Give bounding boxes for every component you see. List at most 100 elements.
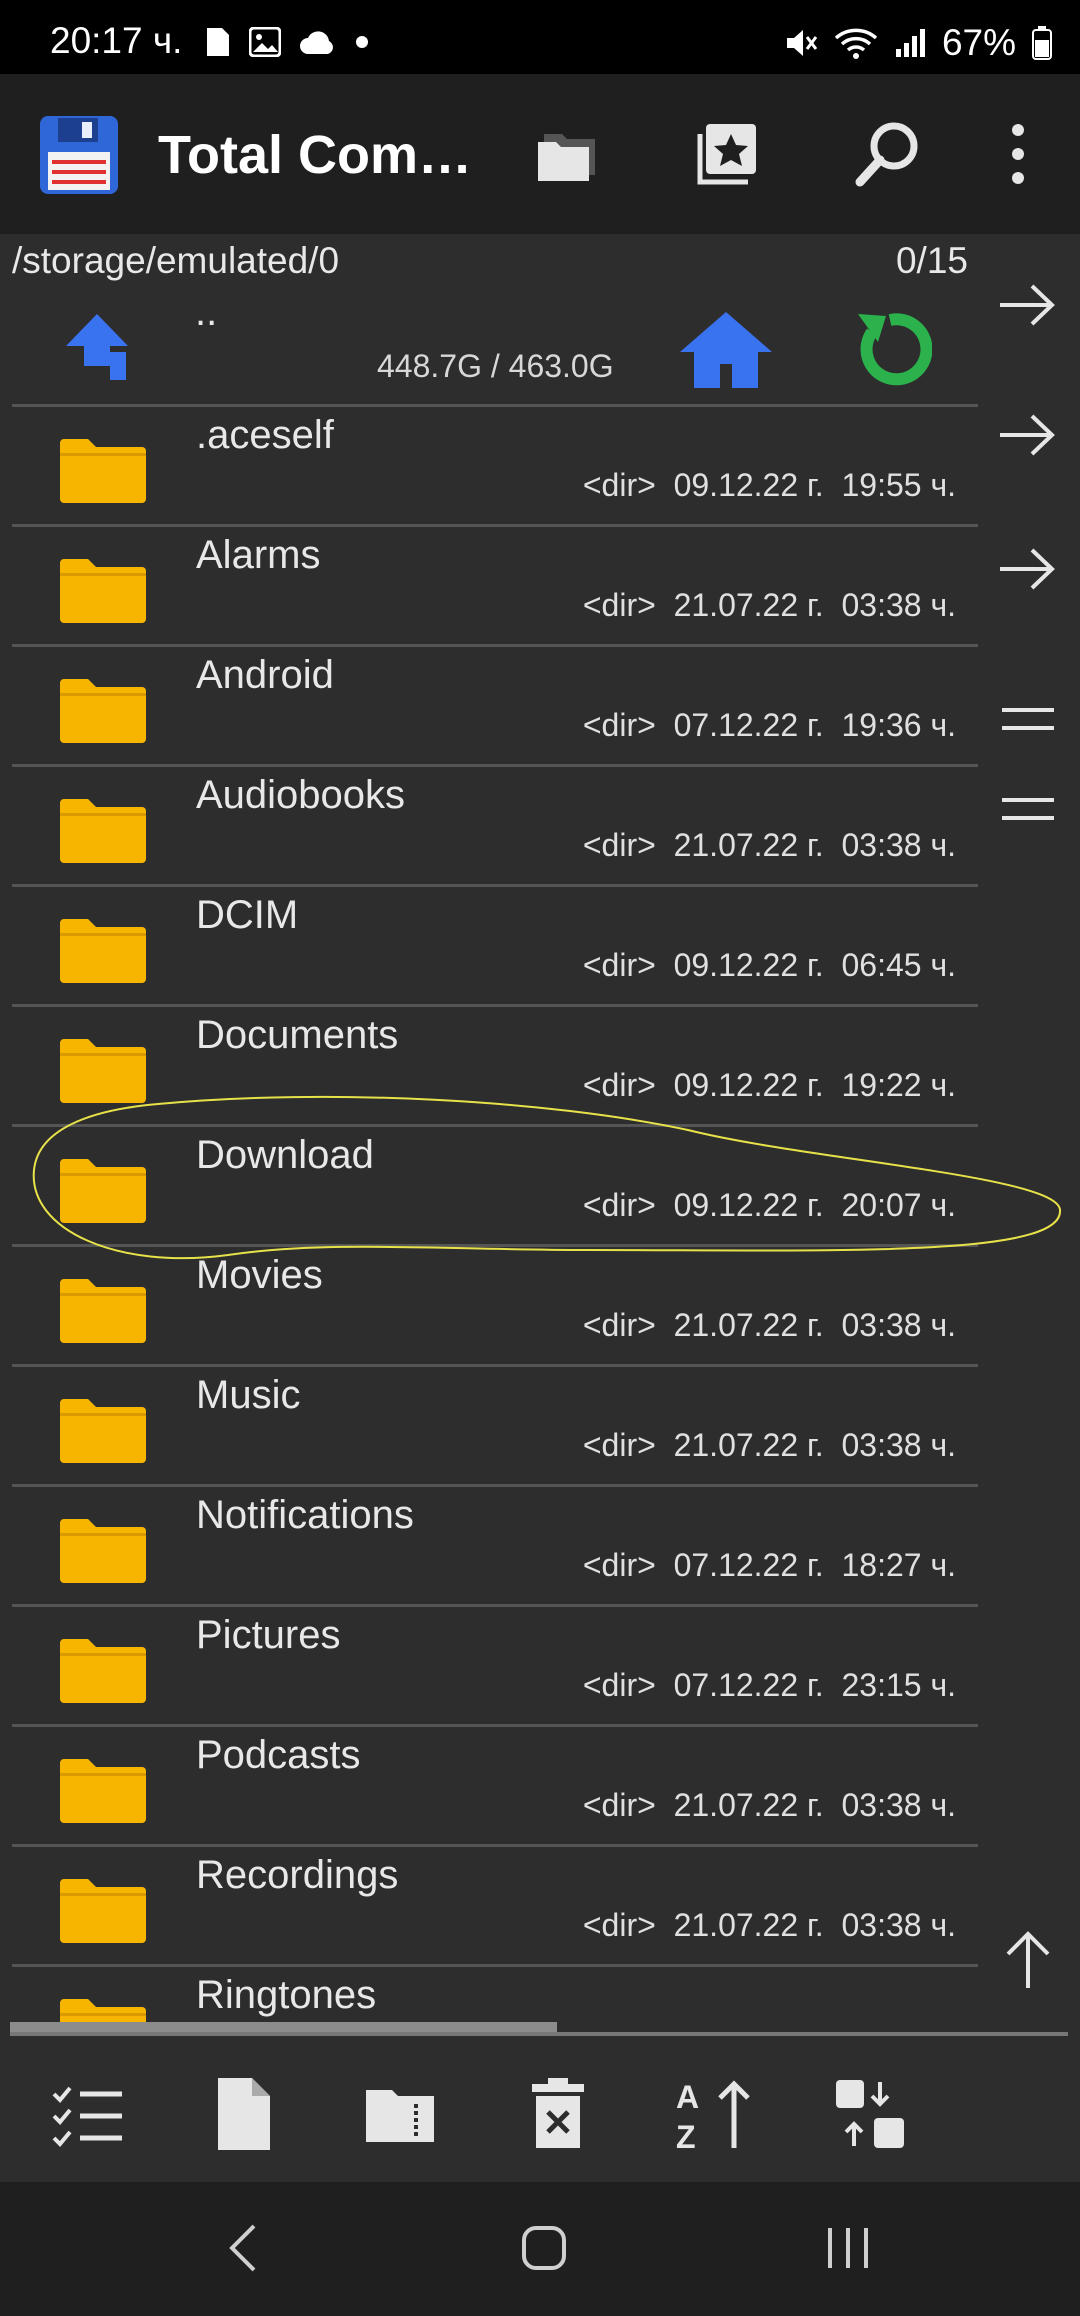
bookmarks-star-icon[interactable]: [690, 114, 770, 194]
folder-icon: [60, 1399, 146, 1463]
list-item[interactable]: DCIM <dir> 09.12.22 г. 06:45 ч.: [12, 884, 978, 1004]
svg-text:A: A: [676, 2079, 699, 2115]
list-item[interactable]: Music <dir> 21.07.22 г. 03:38 ч.: [12, 1364, 978, 1484]
refresh-icon[interactable]: [852, 302, 932, 392]
side-panel: [980, 234, 1080, 2034]
file-name: Ringtones: [196, 1973, 377, 2017]
folder-icon: [60, 1039, 146, 1103]
right-arrow-icon[interactable]: [996, 410, 1060, 460]
file-meta: <dir> 09.12.22 г. 06:45 ч.: [582, 947, 956, 983]
signal-icon: [895, 29, 925, 57]
file-meta: <dir> 21.07.22 г. 03:38 ч.: [582, 1787, 956, 1823]
up-arrow-icon[interactable]: [62, 312, 132, 384]
file-list: .aceself <dir> 09.12.22 г. 19:55 ч. Alar…: [12, 404, 978, 2030]
file-name: Movies: [196, 1253, 323, 1297]
list-item[interactable]: Recordings <dir> 21.07.22 г. 03:38 ч.: [12, 1844, 978, 1964]
file-meta: <dir> 21.07.22 г. 03:38 ч.: [582, 1427, 956, 1463]
status-time: 20:17 ч.: [50, 20, 183, 61]
sort-icon[interactable]: A Z: [674, 2074, 754, 2154]
equals-icon[interactable]: [996, 784, 1060, 834]
recents-icon[interactable]: [818, 2218, 878, 2278]
file-name: Documents: [196, 1013, 399, 1057]
file-meta: <dir> 07.12.22 г. 19:36 ч.: [582, 707, 956, 743]
parent-dir-row[interactable]: .. 448.7G / 463.0G: [0, 290, 980, 404]
folder-icon: [60, 679, 146, 743]
status-bar: 20:17 ч. 67%: [0, 0, 1080, 74]
file-name: .aceself: [196, 413, 334, 457]
folder-icon: [60, 1159, 146, 1223]
mute-icon: [786, 30, 818, 56]
list-item[interactable]: Pictures <dir> 07.12.22 г. 23:15 ч.: [12, 1604, 978, 1724]
floppy-disk-logo: [40, 116, 118, 194]
home-icon[interactable]: [514, 2218, 574, 2278]
swap-panels-icon[interactable]: [830, 2074, 910, 2154]
cloud-icon: [300, 31, 333, 54]
battery-icon: [1032, 26, 1052, 60]
file-name: Pictures: [196, 1613, 341, 1657]
folder-icon: [60, 1879, 146, 1943]
horizontal-scroll-thumb[interactable]: [10, 2022, 557, 2032]
file-meta: <dir> 09.12.22 г. 20:07 ч.: [582, 1187, 956, 1223]
notification-icons: [205, 26, 369, 58]
folder-icon: [60, 919, 146, 983]
delete-icon[interactable]: [518, 2074, 598, 2154]
more-vert-icon[interactable]: [978, 114, 1058, 194]
svg-text:Z: Z: [676, 2119, 696, 2154]
list-item[interactable]: Alarms <dir> 21.07.22 г. 03:38 ч.: [12, 524, 978, 644]
folder-icon: [60, 439, 146, 503]
list-item[interactable]: Download <dir> 09.12.22 г. 20:07 ч.: [12, 1124, 978, 1244]
folder-icon: [60, 1759, 146, 1823]
list-item[interactable]: .aceself <dir> 09.12.22 г. 19:55 ч.: [12, 404, 978, 524]
file-name: Podcasts: [196, 1733, 361, 1777]
folder-icon: [60, 1639, 146, 1703]
folder-icon: [60, 799, 146, 863]
file-meta: <dir> 21.07.22 г. 03:38 ч.: [582, 1307, 956, 1343]
file-name: Alarms: [196, 533, 321, 577]
file-meta: <dir> 21.07.22 г. 03:38 ч.: [582, 1907, 956, 1943]
list-item[interactable]: Documents <dir> 09.12.22 г. 19:22 ч.: [12, 1004, 978, 1124]
file-name: Notifications: [196, 1493, 414, 1537]
list-item[interactable]: Notifications <dir> 07.12.22 г. 18:27 ч.: [12, 1484, 978, 1604]
folder-icon: [60, 1519, 146, 1583]
search-icon[interactable]: [848, 114, 928, 194]
file-name: DCIM: [196, 893, 299, 937]
list-item[interactable]: Podcasts <dir> 21.07.22 г. 03:38 ч.: [12, 1724, 978, 1844]
file-name: Music: [196, 1373, 301, 1417]
app-bar: Total Com…: [0, 74, 1080, 234]
bottom-toolbar: A Z: [0, 2036, 1080, 2182]
file-name: Android: [196, 653, 334, 697]
right-arrow-icon[interactable]: [996, 544, 1060, 594]
free-space: 448.7G / 463.0G: [377, 348, 614, 384]
sim-card-icon: [207, 28, 229, 56]
file-meta: <dir> 21.07.22 г. 03:38 ч.: [582, 587, 956, 623]
wifi-icon: [834, 28, 878, 59]
list-item[interactable]: Audiobooks <dir> 21.07.22 г. 03:38 ч.: [12, 764, 978, 884]
new-file-icon[interactable]: [204, 2074, 284, 2154]
home-icon[interactable]: [678, 308, 774, 390]
right-arrow-icon[interactable]: [996, 280, 1060, 330]
current-path[interactable]: /storage/emulated/0: [12, 240, 339, 282]
multi-select-icon[interactable]: [48, 2074, 128, 2154]
list-item[interactable]: Android <dir> 07.12.22 г. 19:36 ч.: [12, 644, 978, 764]
back-icon[interactable]: [216, 2218, 276, 2278]
file-meta: <dir> 07.12.22 г. 18:27 ч.: [582, 1547, 956, 1583]
system-nav-bar: [0, 2182, 1080, 2316]
file-meta: <dir> 09.12.22 г. 19:55 ч.: [582, 467, 956, 503]
folders-icon[interactable]: [530, 114, 610, 194]
archive-folder-icon[interactable]: [360, 2074, 440, 2154]
folder-icon: [60, 559, 146, 623]
battery-percent: 67%: [941, 22, 1016, 63]
list-item[interactable]: Movies <dir> 21.07.22 г. 03:38 ч.: [12, 1244, 978, 1364]
folder-icon: [60, 1279, 146, 1343]
scroll-up-arrow-icon[interactable]: [996, 1930, 1060, 1990]
app-title: Total Com…: [158, 125, 472, 185]
file-meta: <dir> 09.12.22 г. 19:22 ч.: [582, 1067, 956, 1103]
file-meta: <dir> 07.12.22 г. 23:15 ч.: [582, 1667, 956, 1703]
image-icon: [249, 27, 281, 57]
equals-icon[interactable]: [996, 694, 1060, 744]
list-item[interactable]: Ringtones: [12, 1964, 978, 2030]
file-name: Download: [196, 1133, 374, 1177]
selection-count: 0/15: [895, 240, 968, 281]
file-name: Audiobooks: [196, 773, 406, 817]
file-name: Recordings: [196, 1853, 399, 1897]
